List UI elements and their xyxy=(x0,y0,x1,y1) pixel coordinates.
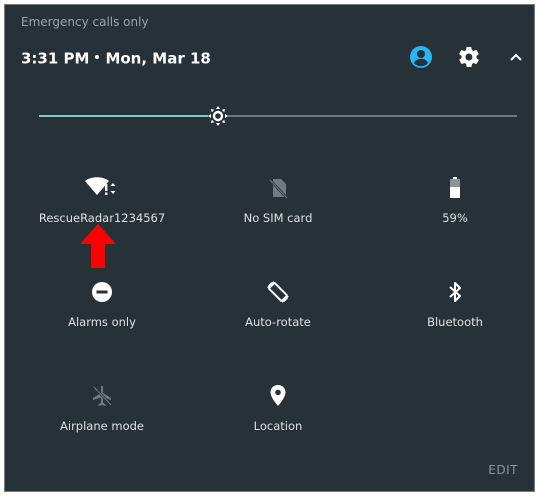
wifi-icon xyxy=(84,175,120,201)
location-icon xyxy=(265,383,291,409)
clock-date-text: Mon, Mar 18 xyxy=(105,49,211,68)
settings-gear-icon[interactable] xyxy=(457,45,481,69)
collapse-chevron-up-icon[interactable] xyxy=(508,49,524,65)
edit-button[interactable]: EDIT xyxy=(488,463,518,477)
tile-label: 59% xyxy=(442,211,468,225)
do-not-disturb-icon xyxy=(89,279,115,305)
tile-label: Location xyxy=(253,419,303,433)
tile-label: Alarms only xyxy=(68,315,136,329)
slider-fill xyxy=(39,115,219,117)
tile-alarms-only[interactable]: Alarms only xyxy=(22,279,182,349)
tile-bluetooth[interactable]: Bluetooth xyxy=(375,279,535,349)
tile-label: Bluetooth xyxy=(427,315,483,329)
clock-time: 3:31 PM xyxy=(21,49,90,68)
brightness-slider[interactable] xyxy=(39,105,517,127)
user-avatar-icon[interactable] xyxy=(409,45,433,69)
no-sim-icon xyxy=(265,175,291,201)
tile-battery[interactable]: 59% xyxy=(375,175,535,245)
airplane-icon xyxy=(89,383,115,409)
tile-airplane-mode[interactable]: Airplane mode xyxy=(22,383,182,453)
brightness-sun-icon[interactable] xyxy=(206,105,230,127)
tile-auto-rotate[interactable]: Auto-rotate xyxy=(198,279,358,349)
bluetooth-icon xyxy=(442,279,468,305)
separator-dot xyxy=(95,55,100,59)
battery-icon xyxy=(442,175,468,201)
tile-label: Auto-rotate xyxy=(245,315,311,329)
tile-no-sim[interactable]: No SIM card xyxy=(198,175,358,245)
auto-rotate-icon xyxy=(265,279,291,305)
annotation-arrow-icon xyxy=(78,222,118,270)
tile-label: Airplane mode xyxy=(60,419,144,433)
status-text: Emergency calls only xyxy=(21,15,149,29)
tile-location[interactable]: Location xyxy=(198,383,358,453)
clock-date[interactable]: 3:31 PM Mon, Mar 18 xyxy=(21,49,211,68)
tile-label: No SIM card xyxy=(243,211,313,225)
